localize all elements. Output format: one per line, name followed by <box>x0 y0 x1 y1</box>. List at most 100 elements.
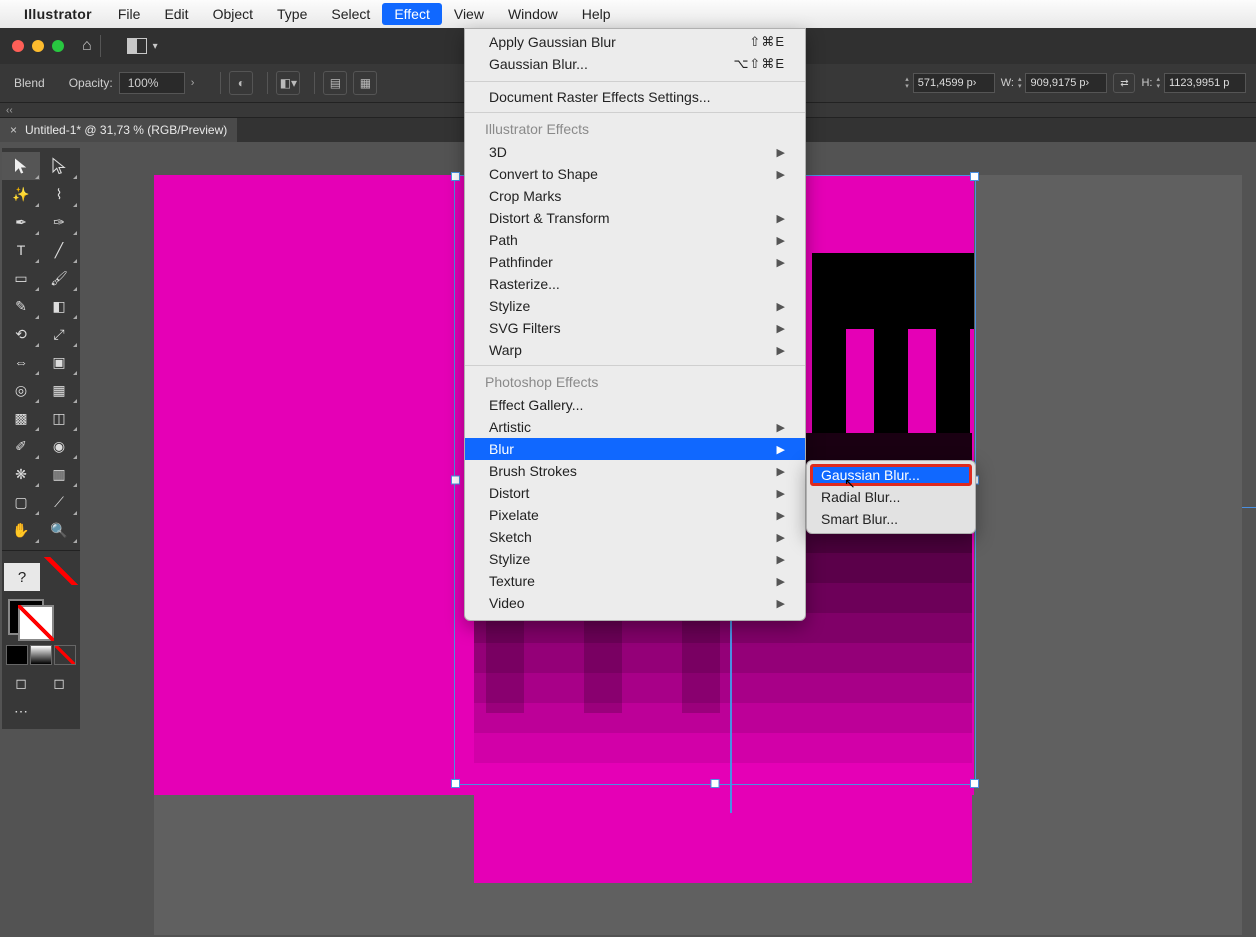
menu-item[interactable]: Stylize▶ <box>465 295 805 317</box>
menu-item[interactable]: Crop Marks <box>465 185 805 207</box>
align-center-icon[interactable]: ▦ <box>353 71 377 95</box>
arrange-documents-button[interactable]: ▾ <box>127 38 158 54</box>
submenu-item-radial-blur[interactable]: Radial Blur... <box>807 486 975 508</box>
menu-help[interactable]: Help <box>570 3 623 25</box>
pen-tool[interactable]: ✒ <box>2 208 40 236</box>
none-mode-icon[interactable] <box>54 645 76 665</box>
h-input[interactable] <box>1164 73 1246 93</box>
stroke-swatch[interactable] <box>18 605 54 641</box>
align-left-icon[interactable]: ▤ <box>323 71 347 95</box>
artboard-tool[interactable]: ▢ <box>2 488 40 516</box>
menu-item[interactable]: Distort▶ <box>465 482 805 504</box>
shaper-tool[interactable]: ✎ <box>2 292 40 320</box>
shape-builder-tool[interactable]: ◎ <box>2 376 40 404</box>
eraser-tool[interactable]: ◧ <box>40 292 78 320</box>
menu-item[interactable]: Rasterize... <box>465 273 805 295</box>
menu-item-last-effect[interactable]: Gaussian Blur... ⌥⇧⌘E <box>465 53 805 75</box>
menu-item[interactable]: Stylize▶ <box>465 548 805 570</box>
direct-selection-tool[interactable] <box>40 152 78 180</box>
menu-item[interactable]: Convert to Shape▶ <box>465 163 805 185</box>
menu-view[interactable]: View <box>442 3 496 25</box>
slice-tool[interactable]: ⟋ <box>40 488 78 516</box>
app-menu[interactable]: Illustrator <box>24 6 92 22</box>
scale-tool[interactable]: ⤢ <box>40 320 78 348</box>
edit-toolbar-button[interactable]: ? <box>4 563 40 591</box>
drawing-mode-normal-icon[interactable]: ◻ <box>2 669 40 697</box>
menu-item[interactable]: Sketch▶ <box>465 526 805 548</box>
resize-handle[interactable] <box>451 779 460 788</box>
zoom-tool[interactable]: 🔍 <box>40 516 78 544</box>
stepper-icon[interactable]: ▴▾ <box>905 76 909 90</box>
blend-tool[interactable]: ◉ <box>40 432 78 460</box>
menu-item[interactable]: Blur▶ <box>465 438 805 460</box>
mesh-tool[interactable]: ▩ <box>2 404 40 432</box>
lasso-tool[interactable]: ⌇ <box>40 180 78 208</box>
menu-item[interactable]: Video▶ <box>465 592 805 614</box>
minimize-window-icon[interactable] <box>32 40 44 52</box>
menu-item[interactable]: Distort & Transform▶ <box>465 207 805 229</box>
column-graph-tool[interactable]: ▥ <box>40 460 78 488</box>
selection-tool[interactable] <box>2 152 40 180</box>
magic-wand-tool[interactable]: ✨ <box>2 180 40 208</box>
resize-handle[interactable] <box>970 172 979 181</box>
menu-item[interactable]: Warp▶ <box>465 339 805 361</box>
resize-handle[interactable] <box>451 476 460 485</box>
menu-select[interactable]: Select <box>319 3 382 25</box>
close-tab-icon[interactable]: × <box>10 123 17 137</box>
menu-edit[interactable]: Edit <box>152 3 200 25</box>
menu-item[interactable]: Effect Gallery... <box>465 394 805 416</box>
stepper-icon[interactable]: ▴▾ <box>1156 76 1160 90</box>
paintbrush-tool[interactable]: 🖌 <box>40 264 78 292</box>
menu-file[interactable]: File <box>106 3 153 25</box>
symbol-sprayer-tool[interactable]: ❋ <box>2 460 40 488</box>
opacity-control[interactable]: Opacity: 100% › <box>69 72 195 94</box>
menu-item[interactable]: Pixelate▶ <box>465 504 805 526</box>
submenu-item-gaussian-blur[interactable]: Gaussian Blur... <box>811 465 971 485</box>
menu-item-raster-settings[interactable]: Document Raster Effects Settings... <box>465 86 805 108</box>
menu-window[interactable]: Window <box>496 3 570 25</box>
free-transform-tool[interactable]: ▣ <box>40 348 78 376</box>
eyedropper-tool[interactable]: ✐ <box>2 432 40 460</box>
resize-handle[interactable] <box>711 779 720 788</box>
resize-handle[interactable] <box>970 779 979 788</box>
toggle-fill-stroke-icon[interactable] <box>42 557 80 585</box>
line-segment-tool[interactable]: ╱ <box>40 236 78 264</box>
curvature-tool[interactable]: ✑ <box>40 208 78 236</box>
rotate-tool[interactable]: ⟲ <box>2 320 40 348</box>
rectangle-tool[interactable]: ▭ <box>2 264 40 292</box>
menu-item[interactable]: SVG Filters▶ <box>465 317 805 339</box>
recolor-artwork-icon[interactable]: ◐ <box>229 71 253 95</box>
menu-object[interactable]: Object <box>201 3 265 25</box>
opacity-value[interactable]: 100% <box>119 72 185 94</box>
gradient-tool[interactable]: ◫ <box>40 404 78 432</box>
menu-effect[interactable]: Effect <box>382 3 442 25</box>
stepper-icon[interactable]: ▴▾ <box>1018 76 1022 90</box>
submenu-item-smart-blur[interactable]: Smart Blur... <box>807 508 975 530</box>
menu-item[interactable]: Pathfinder▶ <box>465 251 805 273</box>
hand-tool[interactable]: ✋ <box>2 516 40 544</box>
zoom-window-icon[interactable] <box>52 40 64 52</box>
menu-item[interactable]: 3D▶ <box>465 141 805 163</box>
link-dimensions-icon[interactable]: ⇄ <box>1113 73 1135 93</box>
w-input[interactable] <box>1025 73 1107 93</box>
gradient-mode-icon[interactable] <box>30 645 52 665</box>
menu-item[interactable]: Artistic▶ <box>465 416 805 438</box>
menu-item-apply-last[interactable]: Apply Gaussian Blur ⇧⌘E <box>465 31 805 53</box>
perspective-grid-tool[interactable]: ▦ <box>40 376 78 404</box>
transform-panel-icon[interactable]: ◧▾ <box>276 71 300 95</box>
chevron-right-icon[interactable]: › <box>191 77 195 89</box>
resize-handle[interactable] <box>451 172 460 181</box>
x-input[interactable] <box>913 73 995 93</box>
fill-stroke-swatch[interactable] <box>6 599 54 641</box>
type-tool[interactable]: T <box>2 236 40 264</box>
drawing-mode-behind-icon[interactable]: ◻ <box>40 669 78 697</box>
menu-type[interactable]: Type <box>265 3 319 25</box>
color-mode-icon[interactable] <box>6 645 28 665</box>
screen-mode-icon[interactable]: ⋯ <box>2 697 40 725</box>
close-window-icon[interactable] <box>12 40 24 52</box>
document-tab[interactable]: × Untitled-1* @ 31,73 % (RGB/Preview) <box>0 118 237 142</box>
menu-item[interactable]: Texture▶ <box>465 570 805 592</box>
menu-item[interactable]: Path▶ <box>465 229 805 251</box>
menu-item[interactable]: Brush Strokes▶ <box>465 460 805 482</box>
width-tool[interactable]: ⇔ <box>2 348 40 376</box>
